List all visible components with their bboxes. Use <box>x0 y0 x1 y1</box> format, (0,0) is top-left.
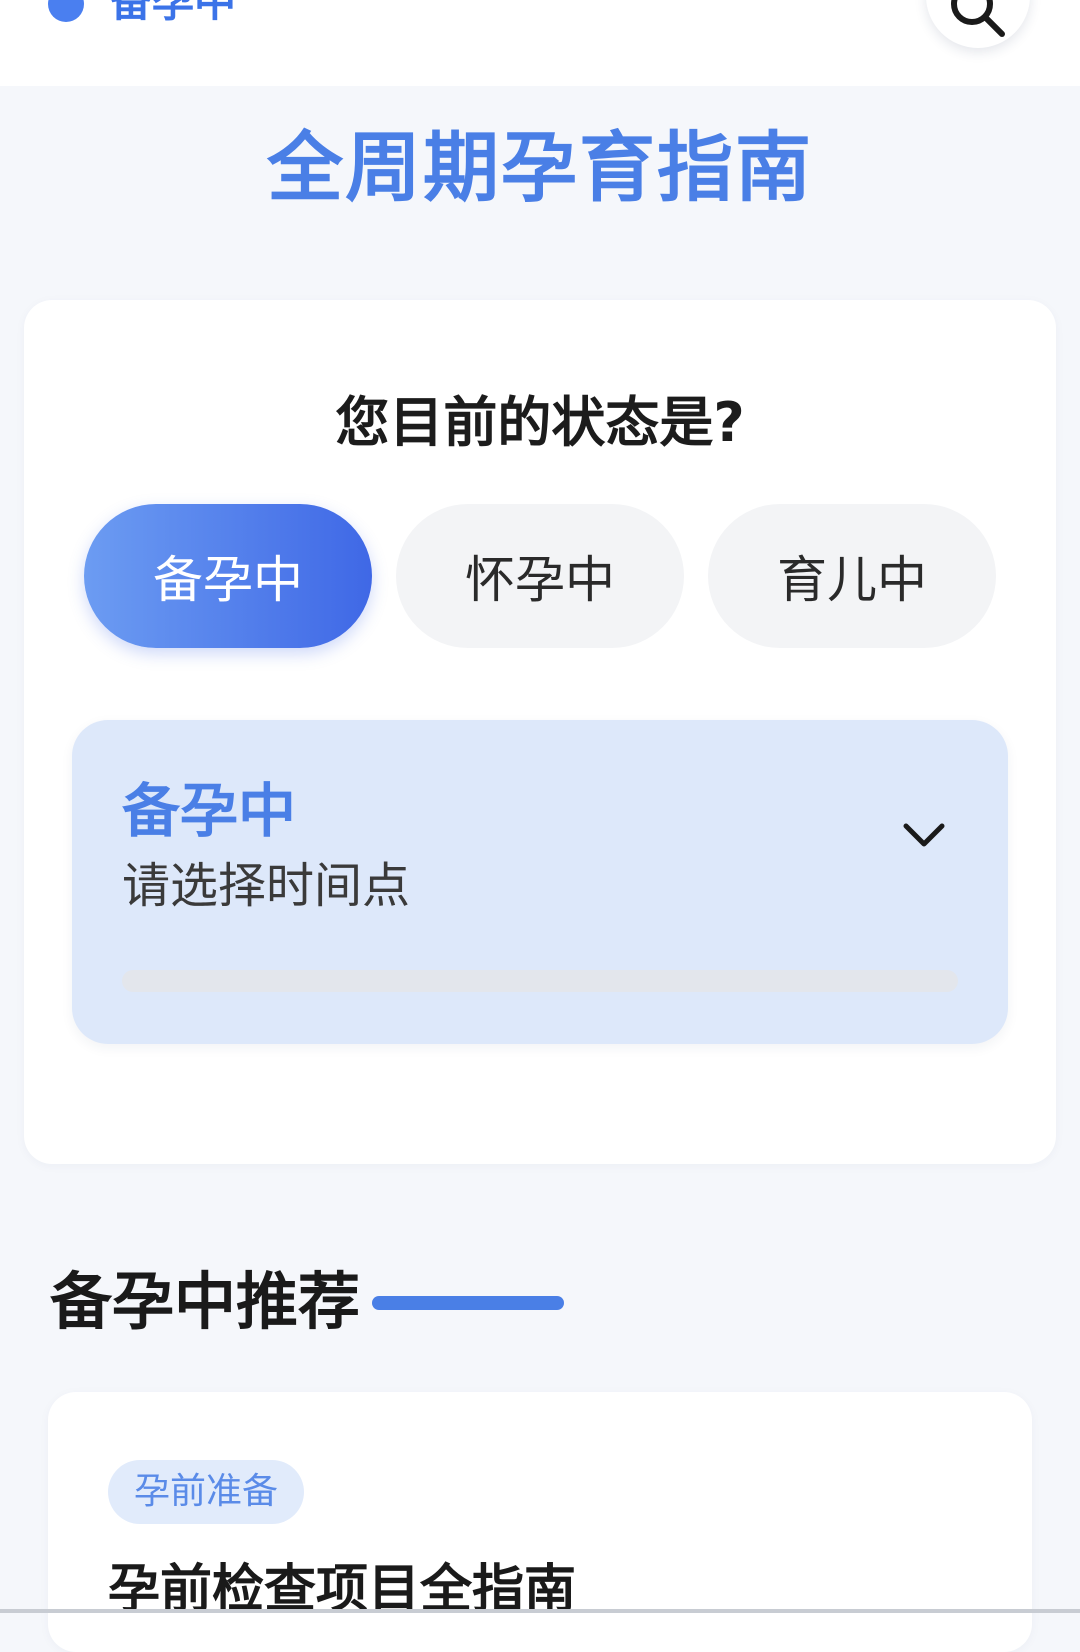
status-option-preparing[interactable]: 备孕中 <box>84 504 372 648</box>
section-title-underline <box>372 1296 564 1310</box>
article-card[interactable]: 孕前准备 孕前检查项目全指南 <box>48 1392 1032 1652</box>
time-picker-stage: 备孕中 <box>122 777 297 845</box>
top-bar: 备孕中 <box>0 0 1080 86</box>
time-point-picker[interactable]: 备孕中 请选择时间点 <box>72 720 1008 1044</box>
current-status-label[interactable]: 备孕中 <box>110 0 236 26</box>
search-button[interactable] <box>926 0 1030 48</box>
bottom-divider <box>0 1609 1080 1613</box>
search-icon <box>951 0 1005 37</box>
status-option-pregnant[interactable]: 怀孕中 <box>396 504 684 648</box>
time-picker-hint: 请选择时间点 <box>122 858 411 914</box>
time-progress-bar <box>122 970 958 992</box>
status-option-parenting[interactable]: 育儿中 <box>708 504 996 648</box>
recommend-section-title: 备孕中推荐 <box>50 1265 361 1338</box>
status-card: 您目前的状态是? 备孕中 怀孕中 育儿中 备孕中 请选择时间点 <box>24 300 1056 1164</box>
article-tag: 孕前准备 <box>108 1460 305 1524</box>
status-dot <box>48 0 84 22</box>
chevron-down-icon[interactable] <box>902 820 946 850</box>
status-question: 您目前的状态是? <box>335 391 745 454</box>
page-title: 全周期孕育指南 <box>267 123 813 212</box>
